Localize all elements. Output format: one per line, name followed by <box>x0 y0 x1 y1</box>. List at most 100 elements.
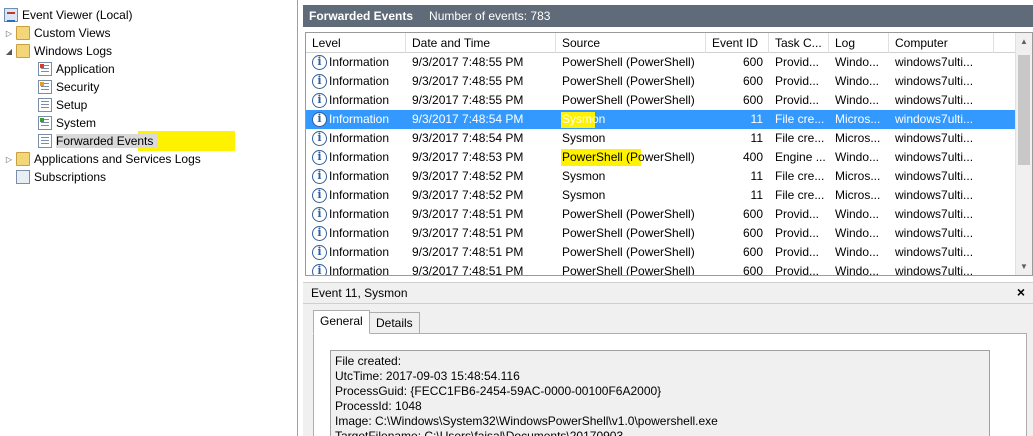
table-cell: Windo... <box>835 207 880 221</box>
tab-general[interactable]: General <box>313 310 370 334</box>
column-header[interactable]: Event ID <box>706 33 769 53</box>
table-cell: PowerShell (PowerShell) <box>562 74 695 88</box>
table-cell: 11 <box>750 169 763 183</box>
table-row[interactable]: i Information 9/3/2017 7:48:52 PM Sysmon 11 F… <box>306 186 1016 205</box>
scroll-thumb[interactable] <box>1018 55 1030 165</box>
expand-arrow-icon[interactable]: ▷ <box>4 29 14 38</box>
tree-node-setup[interactable]: Setup <box>38 96 87 114</box>
table-cell: 400 <box>742 150 763 164</box>
description-line: ProcessId: 1048 <box>335 399 422 413</box>
navigation-tree: Event Viewer (Local) ▷ Custom Views ◢ Wi… <box>0 0 298 436</box>
table-cell: Provid... <box>775 245 820 259</box>
tree-node-apps-services[interactable]: ▷ Applications and Services Logs <box>4 150 201 168</box>
table-cell: Information <box>329 226 390 240</box>
tree-node-label: Applications and Services Logs <box>34 152 201 166</box>
tree-node-label: Security <box>56 80 100 94</box>
column-header[interactable]: Log <box>829 33 889 53</box>
tab-panel: File created: UtcTime: 2017-09-03 15:48:5… <box>313 333 1027 436</box>
tree-node-event-viewer[interactable]: Event Viewer (Local) <box>4 6 133 24</box>
log-icon <box>38 98 52 112</box>
tree-node-label: Setup <box>56 98 88 112</box>
column-header[interactable]: Date and Time <box>406 33 556 53</box>
tree-node-custom-views[interactable]: ▷ Custom Views <box>4 24 110 42</box>
table-row[interactable]: i Information 9/3/2017 7:48:51 PM PowerShel… <box>306 243 1016 262</box>
close-icon[interactable]: × <box>1017 284 1025 300</box>
table-cell: 600 <box>742 264 763 276</box>
table-row[interactable]: i Information 9/3/2017 7:48:54 PM Sysmon 11 F… <box>306 129 1016 148</box>
table-cell: Sysmon <box>562 131 606 145</box>
table-cell: 9/3/2017 7:48:54 PM <box>412 131 524 145</box>
detail-title-bar: Event 11, Sysmon × <box>303 282 1033 304</box>
table-cell: Provid... <box>775 74 820 88</box>
table-row[interactable]: i Information 9/3/2017 7:48:51 PM PowerShel… <box>306 262 1016 276</box>
panel-title: Forwarded Events <box>309 9 414 23</box>
table-cell: Information <box>329 131 390 145</box>
table-cell: Windo... <box>835 93 880 107</box>
column-header[interactable]: Computer <box>889 33 994 53</box>
table-cell: 600 <box>742 55 763 69</box>
tree-node-system[interactable]: System <box>38 114 96 132</box>
table-cell: Information <box>329 55 390 69</box>
table-cell: Micros... <box>835 169 881 183</box>
scroll-down-icon[interactable]: ▼ <box>1016 258 1032 275</box>
table-cell: Micros... <box>835 188 881 202</box>
folder-icon <box>16 152 30 166</box>
table-row[interactable]: i Information 9/3/2017 7:48:51 PM PowerShel… <box>306 205 1016 224</box>
detail-pane: General Details File created: UtcTime: 20… <box>303 304 1033 436</box>
table-row[interactable]: i Information 9/3/2017 7:48:52 PM Sysmon 11 F… <box>306 167 1016 186</box>
collapse-arrow-icon[interactable]: ◢ <box>4 47 14 56</box>
table-cell: Windo... <box>835 150 880 164</box>
table-cell: Windo... <box>835 226 880 240</box>
table-row[interactable]: i Information 9/3/2017 7:48:53 PM PowerShel… <box>306 148 1016 167</box>
table-cell: 600 <box>742 245 763 259</box>
table-row[interactable]: i Information 9/3/2017 7:48:54 PM Sysmon 11 F… <box>306 110 1016 129</box>
table-row[interactable]: i Information 9/3/2017 7:48:55 PM PowerShel… <box>306 72 1016 91</box>
table-cell: Engine ... <box>775 150 826 164</box>
table-row[interactable]: i Information 9/3/2017 7:48:55 PM PowerShel… <box>306 91 1016 110</box>
column-header[interactable]: Level <box>306 33 406 53</box>
table-cell: 600 <box>742 226 763 240</box>
table-cell: windows7ulti... <box>895 226 974 240</box>
table-cell: PowerShell (PowerShell) <box>562 207 695 221</box>
table-cell: windows7ulti... <box>895 169 974 183</box>
table-cell: Windo... <box>835 74 880 88</box>
scroll-up-icon[interactable]: ▲ <box>1016 33 1032 50</box>
tree-node-windows-logs[interactable]: ◢ Windows Logs <box>4 42 112 60</box>
table-cell: 600 <box>742 207 763 221</box>
column-header[interactable]: Source <box>556 33 706 53</box>
description-line: Image: C:\Windows\System32\WindowsPowerS… <box>335 414 718 428</box>
table-cell: Sysmon <box>562 112 606 126</box>
table-cell: 9/3/2017 7:48:54 PM <box>412 112 524 126</box>
vertical-scrollbar[interactable]: ▲ ▼ <box>1015 33 1032 275</box>
table-row[interactable]: i Information 9/3/2017 7:48:51 PM PowerShel… <box>306 224 1016 243</box>
tab-details[interactable]: Details <box>369 312 420 334</box>
table-cell: PowerShell (PowerShell) <box>562 226 695 240</box>
table-cell: 9/3/2017 7:48:52 PM <box>412 169 524 183</box>
table-cell: Micros... <box>835 112 881 126</box>
table-cell: windows7ulti... <box>895 264 974 276</box>
table-cell: File cre... <box>775 131 825 145</box>
tree-node-subscriptions[interactable]: Subscriptions <box>16 168 106 186</box>
events-grid[interactable]: Level Date and Time Source Event ID Task C..… <box>305 32 1033 276</box>
table-cell: windows7ulti... <box>895 74 974 88</box>
log-icon <box>38 62 52 76</box>
log-icon <box>38 134 52 148</box>
tree-node-application[interactable]: Application <box>38 60 115 78</box>
tree-node-label: Event Viewer (Local) <box>22 8 133 22</box>
tree-node-security[interactable]: Security <box>38 78 99 96</box>
detail-title: Event 11, Sysmon <box>311 286 408 300</box>
grid-header: Level Date and Time Source Event ID Task C..… <box>306 33 1016 53</box>
table-cell: PowerShell (PowerShell) <box>562 93 695 107</box>
event-count: Number of events: 783 <box>429 9 551 23</box>
description-line: TargetFilename: C:\Users\faisal\Document… <box>335 429 624 436</box>
column-header[interactable]: Task C... <box>769 33 829 53</box>
table-cell: Information <box>329 169 390 183</box>
table-cell: Information <box>329 93 390 107</box>
expand-arrow-icon[interactable]: ▷ <box>4 155 14 164</box>
table-row[interactable]: i Information 9/3/2017 7:48:55 PM PowerShel… <box>306 53 1016 72</box>
tree-node-forwarded-events[interactable]: Forwarded Events <box>38 132 158 150</box>
event-description[interactable]: File created: UtcTime: 2017-09-03 15:48:5… <box>330 350 990 436</box>
table-cell: Information <box>329 207 390 221</box>
table-cell: File cre... <box>775 112 825 126</box>
table-cell: Sysmon <box>562 188 606 202</box>
